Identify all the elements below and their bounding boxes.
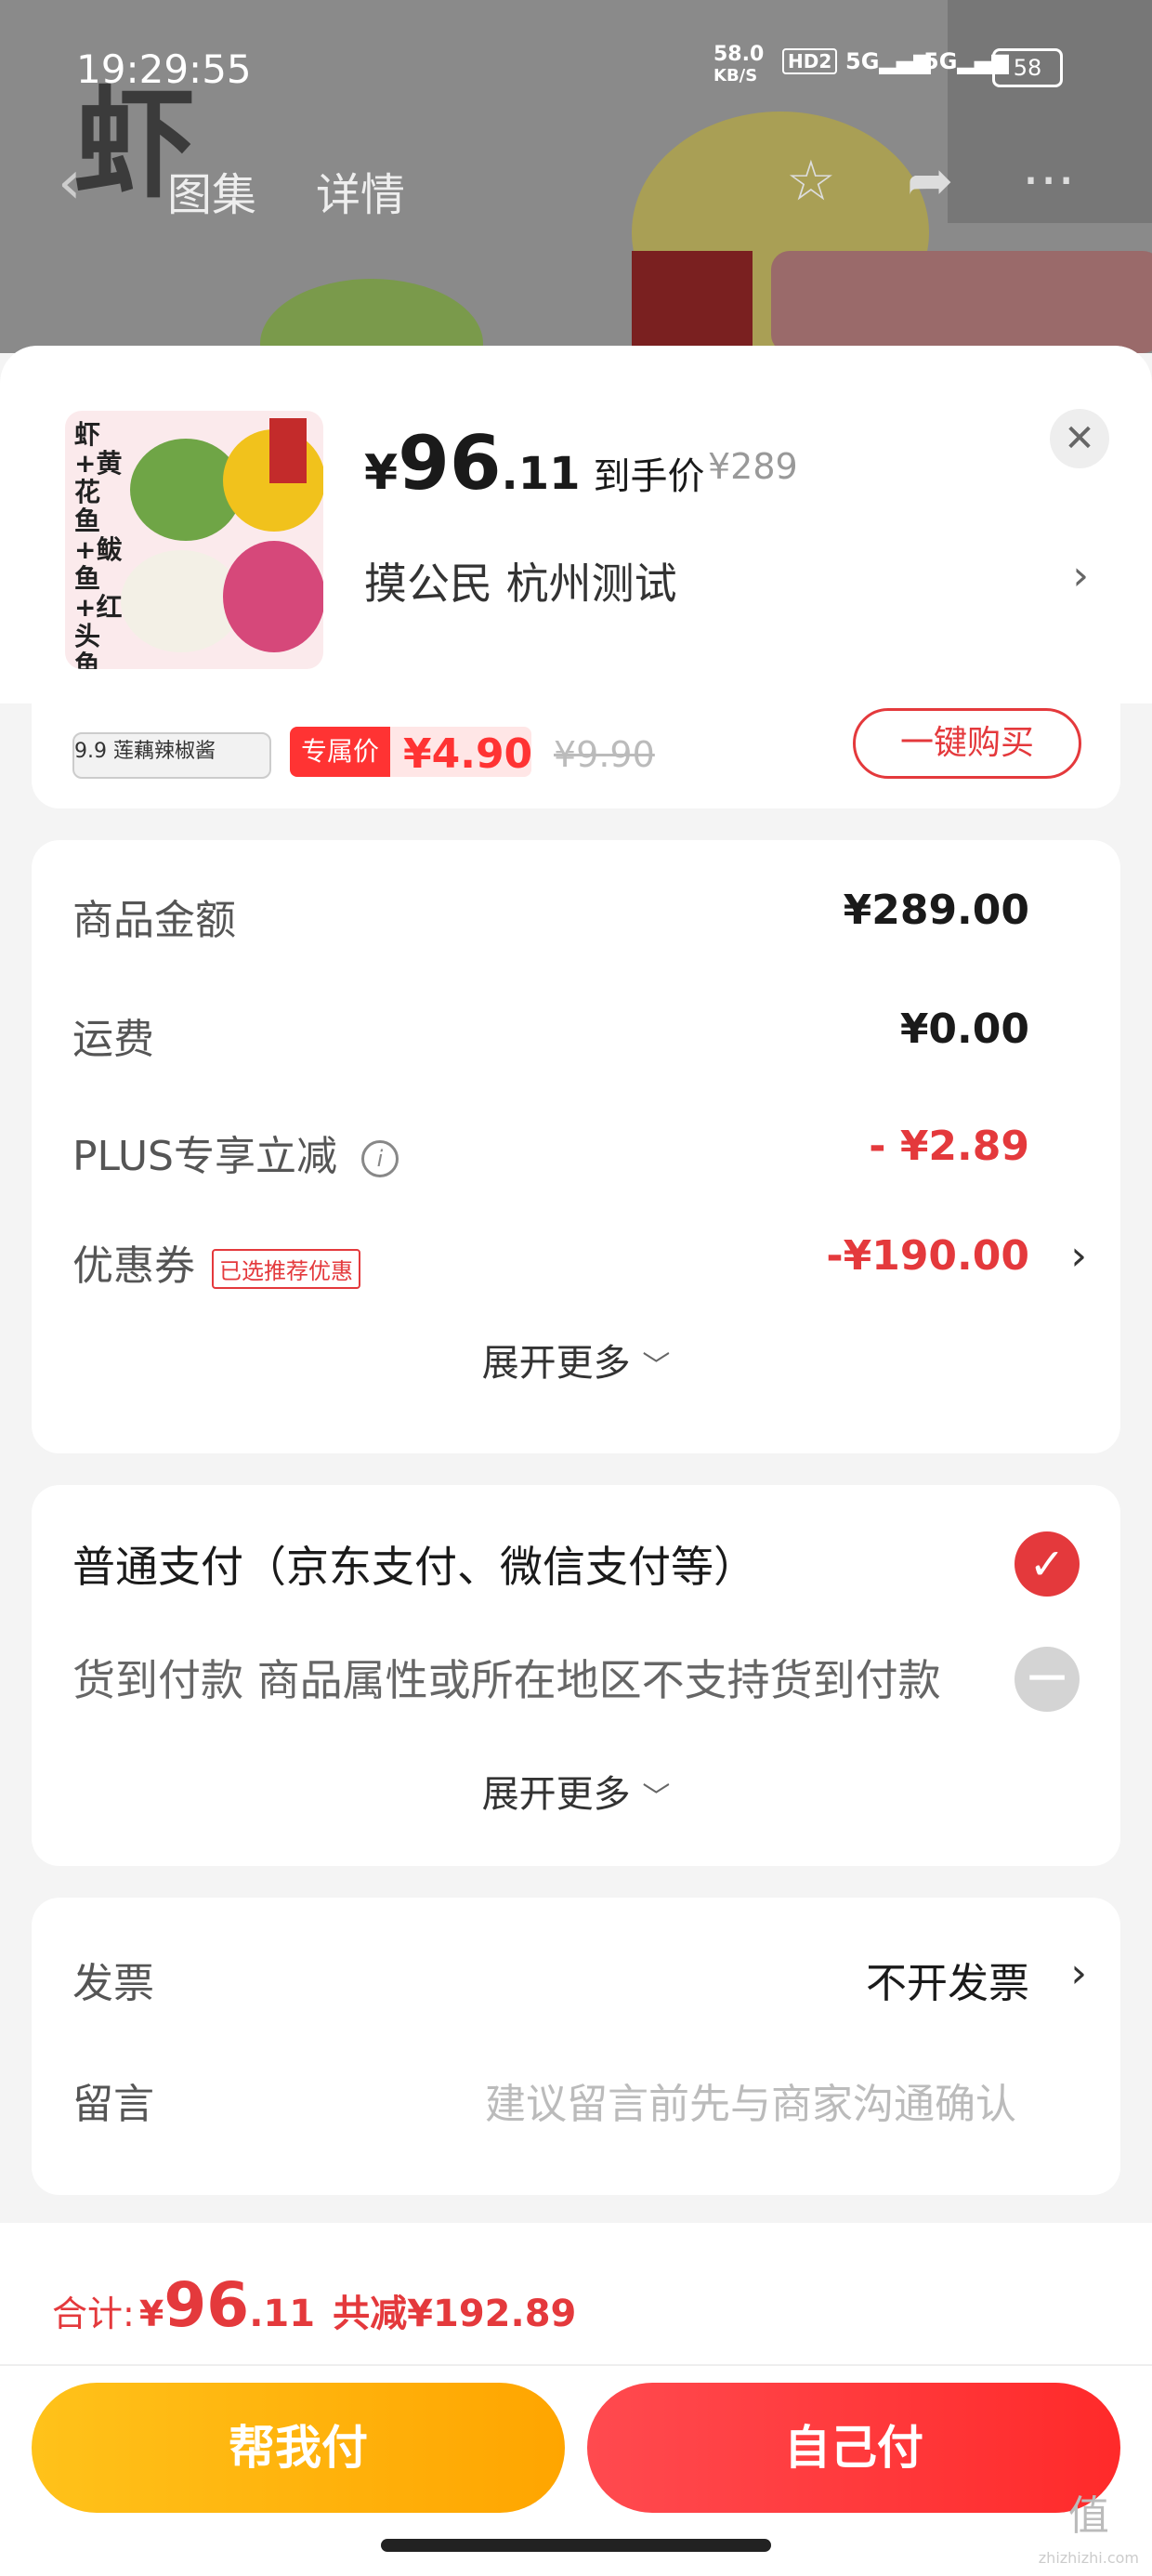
pay-myself-button[interactable]: 自己付 [587,2383,1120,2513]
payment-option-cod: 货到付款 商品属性或所在地区不支持货到付款 − [72,1636,1080,1712]
one-click-buy-button[interactable]: 一键购买 [853,708,1081,779]
signal-icon: 5G▂▄▆ [845,48,931,74]
total-amount: 合计: ¥96.11 共减¥192.89 [52,2269,577,2341]
promo-price: ¥4.90 [403,730,533,778]
battery-icon: 58 [992,48,1063,87]
more-icon[interactable]: ··· [1022,149,1075,214]
back-icon[interactable]: ‹ [58,149,82,217]
divider [0,2364,1152,2366]
share-icon[interactable]: ➦ [907,149,953,214]
checkmark-icon[interactable]: ✓ [1015,1531,1080,1597]
status-time: 19:29:55 [76,46,252,92]
exclusive-price-label: 专属价 [290,727,390,777]
note-input[interactable]: 建议留言前先与商家沟通确认 [485,2070,1016,2130]
delivery-address[interactable]: 摸公民 杭州测试 [364,550,677,611]
top-nav: ‹ 图集 详情 ☆ ➦ ··· [0,149,1152,223]
status-bar: 19:29:55 58.0 KB/S HD2 5G▂▄▆ 5G▂▄▆ 58 [0,43,1152,102]
chevron-down-icon: ﹀ [642,1781,671,1814]
summary-row-coupon[interactable]: 优惠券 已选推荐优惠 -¥190.00 › [72,1223,1087,1290]
background-brand-card [632,251,753,353]
chevron-right-icon[interactable]: › [1070,1950,1087,1997]
payment-option-standard[interactable]: 普通支付（京东支付、微信支付等） ✓ [72,1522,1080,1597]
summary-row-plus-discount: PLUS专享立减 i - ¥2.89 [72,1123,1029,1180]
chevron-right-icon[interactable]: › [1072,552,1089,599]
background-promo-banner [771,251,1152,353]
invoice-note-card: 发票 不开发票 › 留言 建议留言前先与商家沟通确认 [32,1898,1120,2195]
checkout-footer: 合计: ¥96.11 共减¥192.89 帮我付 自己付 值 zhizhizhi.… [0,2223,1152,2576]
info-icon[interactable]: i [361,1140,399,1177]
pay-for-me-button[interactable]: 帮我付 [32,2383,565,2513]
expand-more-button[interactable]: 展开更多 ﹀ [32,1333,1120,1387]
promo-price-tag: 专属价 ¥4.90 [290,727,533,778]
background-product-page: 虾 19:29:55 58.0 KB/S HD2 5G▂▄▆ 5G▂▄▆ 58 ‹… [0,0,1152,353]
price-summary-card: 商品金额 ¥289.00 运费 ¥0.00 PLUS专享立减 i - ¥2.89 … [32,840,1120,1453]
product-thumbnail: 虾+黄花鱼+鲅鱼+红头鱼 [65,411,323,669]
thumbnail-caption: 虾+黄花鱼+鲅鱼+红头鱼 [74,419,123,669]
chevron-right-icon[interactable]: › [1070,1232,1087,1280]
tab-gallery[interactable]: 图集 [167,158,256,223]
invoice-row[interactable]: 发票 不开发票 › [72,1940,1087,2007]
promo-product-image: 9.9 莲藕辣椒酱 [72,732,271,779]
sheet-header: 虾+黄花鱼+鲅鱼+红头鱼 ¥96.11 到手价 ¥289 摸公民 杭州测试 › ✕ [0,346,1152,703]
background-dumpling-image [260,279,483,353]
summary-row-goods: 商品金额 ¥289.00 [72,887,1029,944]
note-row: 留言 建议留言前先与商家沟通确认 [72,2061,1016,2128]
total-savings: 共减¥192.89 [333,2293,577,2335]
favorite-star-icon[interactable]: ☆ [786,149,836,214]
brand-tag [269,418,307,483]
close-icon: ✕ [1064,417,1095,460]
coupon-badge: 已选推荐优惠 [212,1248,360,1289]
payment-method-card: 普通支付（京东支付、微信支付等） ✓ 货到付款 商品属性或所在地区不支持货到付款… [32,1485,1120,1866]
close-button[interactable]: ✕ [1050,409,1109,468]
final-price: ¥96.11 到手价 [364,420,705,506]
original-price: ¥289 [708,446,798,487]
home-indicator[interactable] [381,2539,771,2552]
disabled-icon: − [1015,1647,1080,1712]
chevron-down-icon: ﹀ [642,1350,671,1383]
expand-more-button[interactable]: 展开更多 ﹀ [32,1764,1120,1818]
invoice-value: 不开发票 [866,1960,1029,2007]
tab-detail[interactable]: 详情 [316,158,405,223]
hd-icon: HD2 [782,48,838,74]
watermark: 值 zhizhizhi.com [1038,2492,1139,2568]
final-price-label: 到手价 [593,455,705,498]
net-speed: 58.0 KB/S [713,43,765,86]
summary-row-shipping: 运费 ¥0.00 [72,1005,1029,1063]
promo-old-price: ¥9.90 [554,734,655,775]
